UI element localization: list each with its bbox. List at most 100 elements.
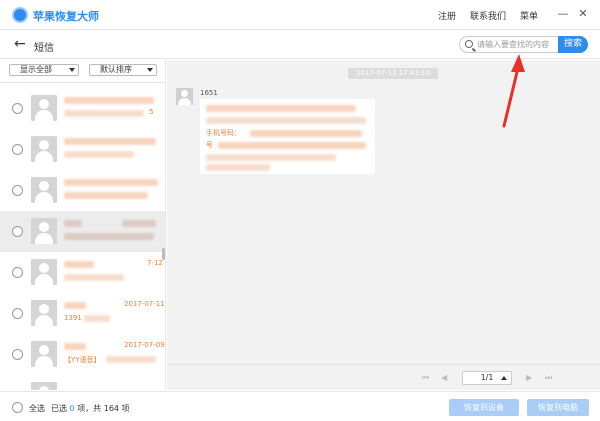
minimize-button[interactable]: — — [556, 7, 570, 21]
redacted-text — [64, 192, 148, 199]
list-scrollbar[interactable] — [162, 248, 165, 260]
select-all-radio[interactable] — [12, 402, 23, 413]
redacted-text — [64, 220, 82, 227]
avatar — [31, 259, 57, 285]
recover-to-device-button[interactable]: 恢复到设备 — [449, 399, 519, 416]
list-item-preview: 1391 — [64, 314, 82, 322]
last-page-button[interactable]: ⏭ — [545, 373, 552, 383]
avatar — [31, 341, 57, 367]
redacted-text — [206, 154, 336, 161]
select-radio[interactable] — [12, 349, 23, 360]
redacted-text — [250, 130, 362, 137]
avatar — [31, 382, 57, 390]
redacted-text — [64, 274, 124, 281]
redacted-text — [218, 142, 366, 149]
select-radio[interactable] — [12, 185, 23, 196]
list-item[interactable]: 5 — [0, 88, 165, 129]
redacted-text — [206, 105, 356, 112]
chevron-up-icon — [501, 376, 507, 380]
avatar — [31, 177, 57, 203]
redacted-text — [64, 261, 94, 268]
redacted-text — [64, 343, 86, 350]
select-radio[interactable] — [12, 144, 23, 155]
redacted-text — [106, 356, 156, 363]
redacted-text — [64, 110, 144, 117]
list-item[interactable] — [0, 211, 165, 252]
register-link[interactable]: 注册 — [438, 9, 456, 22]
list-item[interactable]: 2017-07-11 1391 — [0, 293, 165, 334]
selected-count: 0 — [69, 404, 75, 413]
chevron-down-icon — [147, 68, 153, 72]
page-selector[interactable]: 1/1 — [462, 371, 512, 385]
nav-bar: ← 短信 搜索 — [0, 31, 600, 59]
bottom-bar: 全选 已选 0 项，共 164 项 恢复到设备 恢复到电脑 — [0, 391, 600, 421]
message-bubble: 手机号码： 号 — [200, 99, 375, 174]
redacted-text — [206, 117, 366, 124]
close-button[interactable]: ✕ — [576, 7, 590, 21]
selected-prefix: 已选 — [51, 404, 67, 413]
search-button[interactable]: 搜索 — [558, 36, 588, 53]
list-item[interactable] — [0, 375, 165, 390]
list-item-date: 2017-07-11 — [124, 300, 165, 308]
redacted-text — [64, 302, 86, 309]
search-icon — [465, 40, 473, 48]
list-item[interactable]: 2017-07-09 【YY语音】 — [0, 334, 165, 375]
redacted-text — [64, 179, 158, 186]
list-item-preview: 5 — [149, 108, 154, 116]
list-item-date: 7-12 — [147, 259, 163, 267]
select-radio[interactable] — [12, 267, 23, 278]
select-radio[interactable] — [12, 103, 23, 114]
selected-suffix: 项，共 164 项 — [77, 404, 130, 413]
redacted-text — [84, 315, 110, 322]
contact-panel: 显示全部 默认排序 5 7-12 2017-07-11 1391 2017-07… — [0, 60, 166, 390]
app-title: 苹果恢复大师 — [33, 10, 99, 23]
title-links: 注册 联系我们 菜单 — [438, 9, 538, 22]
page-indicator: 1/1 — [480, 373, 494, 382]
avatar — [31, 300, 57, 326]
avatar — [31, 136, 57, 162]
redacted-text — [206, 164, 270, 171]
redacted-text — [64, 151, 134, 158]
prev-page-button[interactable]: ◀ — [441, 373, 447, 383]
redacted-text — [64, 97, 154, 104]
chevron-down-icon — [69, 68, 75, 72]
filter-row: 显示全部 默认排序 — [0, 60, 165, 80]
show-filter-label: 显示全部 — [20, 65, 52, 74]
app-logo-icon — [12, 7, 28, 23]
sort-label: 默认排序 — [100, 65, 132, 74]
avatar — [31, 95, 57, 121]
select-radio[interactable] — [12, 308, 23, 319]
redacted-text — [122, 220, 156, 227]
pagination: ⏮ ◀ 1/1 ▶ ⏭ — [167, 364, 600, 390]
first-page-button[interactable]: ⏮ — [422, 373, 429, 383]
contact-list: 5 7-12 2017-07-11 1391 2017-07-09 【YY语音】 — [0, 88, 165, 390]
message-timestamp: 2017-07-12 17:43:10 — [348, 68, 439, 79]
list-item[interactable] — [0, 129, 165, 170]
message-line: 号 — [206, 141, 213, 149]
title-bar: 苹果恢复大师 注册 联系我们 菜单 — ✕ — [0, 0, 600, 30]
redacted-text — [64, 233, 154, 240]
list-item-date: 2017-07-09 — [124, 341, 165, 349]
back-arrow-icon[interactable]: ← — [14, 36, 26, 52]
divider — [0, 82, 165, 83]
search-box — [459, 36, 558, 53]
recover-to-pc-button[interactable]: 恢复到电脑 — [527, 399, 589, 416]
message-line: 手机号码： — [206, 129, 241, 137]
next-page-button[interactable]: ▶ — [526, 373, 532, 383]
message-panel: 2017-07-12 17:43:10 1651 手机号码： 号 ⏮ ◀ 1/1… — [167, 60, 600, 390]
show-filter-dropdown[interactable]: 显示全部 — [9, 64, 79, 76]
list-item-preview: 【YY语音】 — [64, 356, 101, 364]
avatar — [31, 218, 57, 244]
sort-dropdown[interactable]: 默认排序 — [89, 64, 157, 76]
list-item[interactable]: 7-12 — [0, 252, 165, 293]
select-all-label[interactable]: 全选 — [29, 403, 45, 414]
message-sender: 1651 — [200, 89, 218, 97]
message-scrollbar[interactable] — [588, 60, 600, 360]
search-input[interactable] — [477, 38, 557, 51]
contact-us-link[interactable]: 联系我们 — [470, 9, 506, 22]
selection-info: 已选 0 项，共 164 项 — [51, 403, 130, 414]
menu-link[interactable]: 菜单 — [520, 9, 538, 22]
redacted-text — [64, 138, 156, 145]
select-radio[interactable] — [12, 226, 23, 237]
list-item[interactable] — [0, 170, 165, 211]
